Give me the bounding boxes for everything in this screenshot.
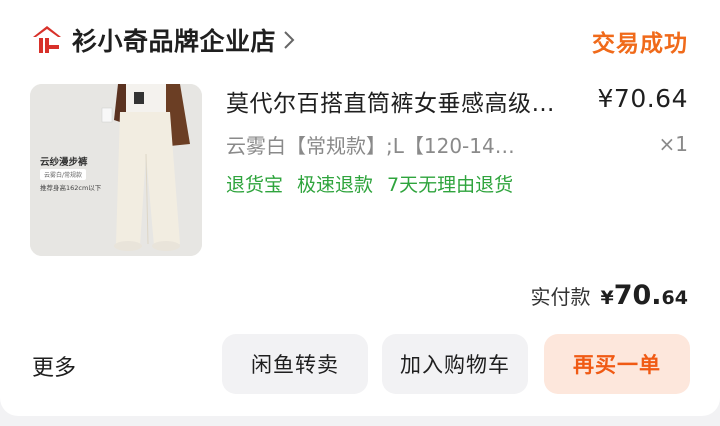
image-caption-note: 推荐身高162cm以下 — [40, 184, 102, 192]
shop-header[interactable]: 衫小奇品牌企业店 — [30, 22, 304, 58]
chevron-right-icon — [282, 29, 304, 51]
shop-name: 衫小奇品牌企业店 — [72, 27, 277, 56]
add-to-cart-button[interactable]: 加入购物车 — [382, 334, 528, 394]
service-tag: 退货宝 — [226, 174, 284, 196]
service-tag: 极速退款 — [297, 174, 374, 196]
idle-fish-resell-button[interactable]: 闲鱼转卖 — [222, 334, 368, 394]
product-quantity: ×1 — [658, 132, 688, 156]
image-caption-title: 云纱漫步裤 — [40, 157, 88, 168]
product-image[interactable]: 云纱漫步裤 云雾白/常规款 推荐身高162cm以下 — [30, 84, 202, 256]
product-spec: 云雾白【常规款】;L【120-14… — [226, 134, 515, 158]
order-status: 交易成功 — [592, 31, 688, 57]
paid-integer: 70. — [613, 280, 662, 311]
shop-logo-icon — [30, 23, 64, 57]
image-caption-tag: 云雾白/常规款 — [40, 169, 87, 180]
order-card: 衫小奇品牌企业店 交易成功 云纱漫步裤 云雾白/常规款 推荐身高162cm以下 — [0, 0, 720, 416]
product-title[interactable]: 莫代尔百搭直筒裤女垂感高级… — [226, 84, 574, 118]
paid-label: 实付款 — [530, 285, 591, 309]
more-button[interactable]: 更多 — [32, 350, 76, 382]
service-tags: 退货宝 极速退款 7天无理由退货 — [226, 170, 513, 197]
service-tag: 7天无理由退货 — [387, 174, 514, 196]
product-price: ¥70.64 — [597, 84, 688, 113]
paid-amount: 实付款 ¥ 70. 64 — [530, 280, 688, 311]
paid-decimal: 64 — [661, 287, 688, 309]
paid-currency: ¥ — [600, 287, 614, 309]
buy-again-button[interactable]: 再买一单 — [544, 334, 690, 394]
